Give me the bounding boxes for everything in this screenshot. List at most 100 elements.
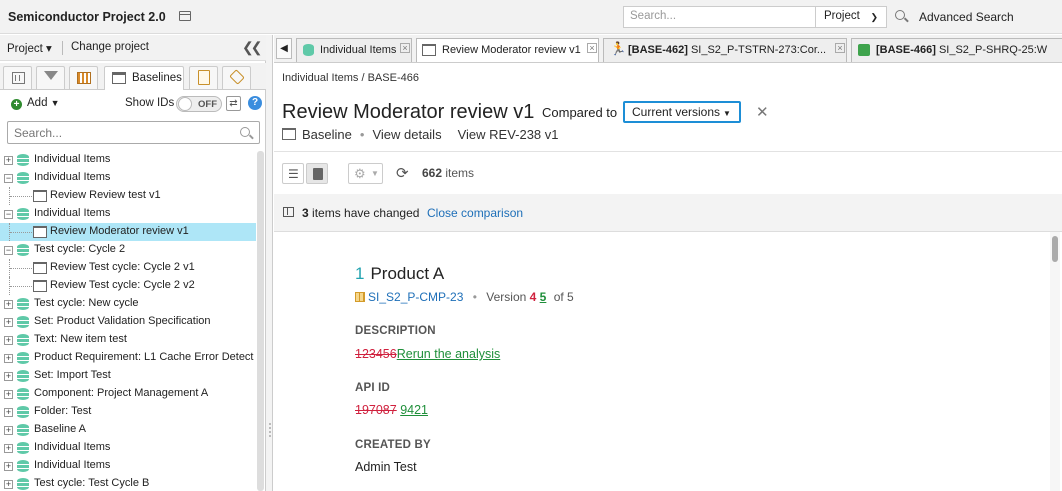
version-new[interactable]: 5 bbox=[540, 290, 547, 304]
tab-label: Review Moderator review v1 bbox=[442, 44, 581, 56]
view-rev-link[interactable]: View REV-238 v1 bbox=[458, 127, 559, 142]
expand-icon[interactable]: + bbox=[4, 372, 13, 381]
tree-item[interactable]: + Set: Product Validation Specification bbox=[0, 313, 256, 331]
tab-review-moderator[interactable]: Review Moderator review v1 × bbox=[416, 38, 599, 62]
search-scope-select[interactable]: Project ❯ bbox=[815, 6, 887, 28]
tree-item[interactable]: + Individual Items bbox=[0, 439, 256, 457]
tree-item[interactable]: − Individual Items bbox=[0, 169, 256, 187]
baseline-link[interactable]: Baseline bbox=[302, 127, 352, 142]
expand-icon[interactable]: + bbox=[4, 444, 13, 453]
expand-icon[interactable]: + bbox=[4, 408, 13, 417]
view-details-link[interactable]: View details bbox=[372, 127, 441, 142]
tree-item[interactable]: + Individual Items bbox=[0, 151, 256, 169]
expand-icon[interactable]: + bbox=[4, 300, 13, 309]
add-button[interactable]: + Add ▼ bbox=[11, 97, 60, 110]
advanced-search-link[interactable]: Advanced Search bbox=[919, 10, 1014, 24]
tree-item[interactable]: Review Test cycle: Cycle 2 v1 bbox=[0, 259, 256, 277]
inserted-text: 9421 bbox=[400, 403, 429, 417]
baseline-icon bbox=[282, 128, 296, 140]
baseline-icon bbox=[33, 190, 47, 202]
collapse-icon[interactable]: − bbox=[4, 210, 13, 219]
tab-baselines[interactable]: Baselines bbox=[104, 66, 184, 90]
database-icon bbox=[17, 334, 29, 346]
tree-search-input[interactable]: Search... bbox=[7, 121, 260, 144]
document-view-button[interactable] bbox=[306, 163, 328, 184]
breadcrumb[interactable]: Individual Items / BASE-466 bbox=[282, 72, 419, 84]
help-icon[interactable]: ? bbox=[248, 96, 262, 110]
collapse-icon[interactable]: − bbox=[4, 246, 13, 255]
tree-item[interactable]: − Test cycle: Cycle 2 bbox=[0, 241, 256, 259]
expand-icon[interactable]: + bbox=[4, 426, 13, 435]
changes-count: 3 bbox=[302, 206, 309, 220]
expand-icon[interactable]: + bbox=[4, 156, 13, 165]
back-arrow-icon[interactable]: ◀ bbox=[276, 38, 292, 59]
search-icon[interactable] bbox=[240, 127, 250, 137]
tree-item[interactable]: + Test cycle: New cycle bbox=[0, 295, 256, 313]
tree-item[interactable]: + Folder: Test bbox=[0, 403, 256, 421]
expand-icon[interactable]: + bbox=[4, 462, 13, 471]
expand-icon[interactable]: + bbox=[4, 336, 13, 345]
tree-item[interactable]: Review Review test v1 bbox=[0, 187, 256, 205]
scrollbar-thumb[interactable] bbox=[1052, 236, 1058, 262]
divider bbox=[62, 41, 63, 55]
settings-menu-button[interactable]: ⚙ ▼ bbox=[348, 163, 383, 184]
compared-versions-select[interactable]: Current versions ▼ bbox=[623, 101, 741, 123]
top-bar: Semiconductor Project 2.0 Search... Proj… bbox=[0, 0, 1062, 34]
tab-base-462[interactable]: 🏃 [BASE-462] SI_S2_P-TSTRN-273:Cor... × bbox=[603, 38, 847, 62]
sync-icon[interactable]: ⇄ bbox=[226, 96, 241, 111]
tab-base-466[interactable]: [BASE-466] SI_S2_P-SHRQ-25:W bbox=[851, 38, 1062, 62]
list-view-button[interactable]: ☰ bbox=[282, 163, 304, 184]
tree-item[interactable]: + Test cycle: Test Cycle B bbox=[0, 475, 256, 491]
layout-toggle-icon[interactable] bbox=[179, 11, 191, 21]
tree-item-label: Set: Import Test bbox=[34, 369, 111, 381]
tab-grid[interactable] bbox=[69, 66, 98, 89]
collapse-panel-icon[interactable]: ❮❮ bbox=[242, 39, 263, 56]
tree-item[interactable]: + Product Requirement: L1 Cache Error Det… bbox=[0, 349, 256, 367]
tree-connector bbox=[10, 286, 32, 287]
refresh-button[interactable]: ⟳ bbox=[392, 163, 414, 184]
tree-item-label: Baseline A bbox=[34, 423, 86, 435]
collapse-icon[interactable]: − bbox=[4, 174, 13, 183]
expand-icon[interactable]: + bbox=[4, 318, 13, 327]
tree-item[interactable]: + Individual Items bbox=[0, 457, 256, 475]
close-icon[interactable]: × bbox=[587, 43, 597, 53]
tree-scrollbar[interactable] bbox=[257, 151, 264, 491]
tree-item[interactable]: − Individual Items bbox=[0, 205, 256, 223]
close-comparison-icon[interactable]: ✕ bbox=[756, 103, 769, 121]
divider bbox=[274, 151, 1062, 152]
field-label-api-id: API ID bbox=[355, 382, 391, 394]
item-key-link[interactable]: SI_S2_P-CMP-23 bbox=[368, 290, 463, 304]
tab-reviews[interactable] bbox=[189, 66, 218, 89]
expand-icon[interactable]: + bbox=[4, 390, 13, 399]
tab-list-view[interactable] bbox=[3, 66, 32, 89]
project-menu[interactable]: Project ▾ bbox=[7, 41, 52, 55]
content-scrollbar[interactable] bbox=[1050, 232, 1060, 491]
change-project-link[interactable]: Change project bbox=[71, 41, 149, 53]
baseline-icon bbox=[33, 262, 47, 274]
tree-item[interactable]: + Text: New item test bbox=[0, 331, 256, 349]
tree-item[interactable]: Review Moderator review v1 bbox=[0, 223, 256, 241]
panel-splitter[interactable] bbox=[266, 35, 273, 491]
tree-item[interactable]: + Baseline A bbox=[0, 421, 256, 439]
tree-connector bbox=[10, 196, 32, 197]
tree-item[interactable]: Review Test cycle: Cycle 2 v2 bbox=[0, 277, 256, 295]
tree-item[interactable]: + Component: Project Management A bbox=[0, 385, 256, 403]
expand-icon[interactable]: + bbox=[4, 480, 13, 489]
tab-filter[interactable] bbox=[36, 66, 65, 89]
clipboard-icon bbox=[198, 70, 210, 85]
close-icon[interactable]: × bbox=[835, 43, 845, 53]
expand-icon[interactable]: + bbox=[4, 354, 13, 363]
close-comparison-link[interactable]: Close comparison bbox=[427, 206, 523, 220]
show-ids-toggle[interactable]: OFF bbox=[176, 96, 222, 112]
global-search-input[interactable]: Search... bbox=[623, 6, 815, 28]
drag-handle-icon[interactable] bbox=[269, 423, 271, 437]
close-icon[interactable]: × bbox=[400, 43, 410, 53]
database-icon bbox=[17, 442, 29, 454]
search-icon[interactable] bbox=[895, 10, 905, 20]
tab-tags[interactable] bbox=[222, 66, 251, 89]
item-number: 1 bbox=[355, 264, 365, 283]
toggle-knob bbox=[178, 97, 192, 111]
tab-label-key: [BASE-462] bbox=[628, 44, 688, 56]
tab-individual-items[interactable]: Individual Items × bbox=[296, 38, 412, 62]
tree-item[interactable]: + Set: Import Test bbox=[0, 367, 256, 385]
